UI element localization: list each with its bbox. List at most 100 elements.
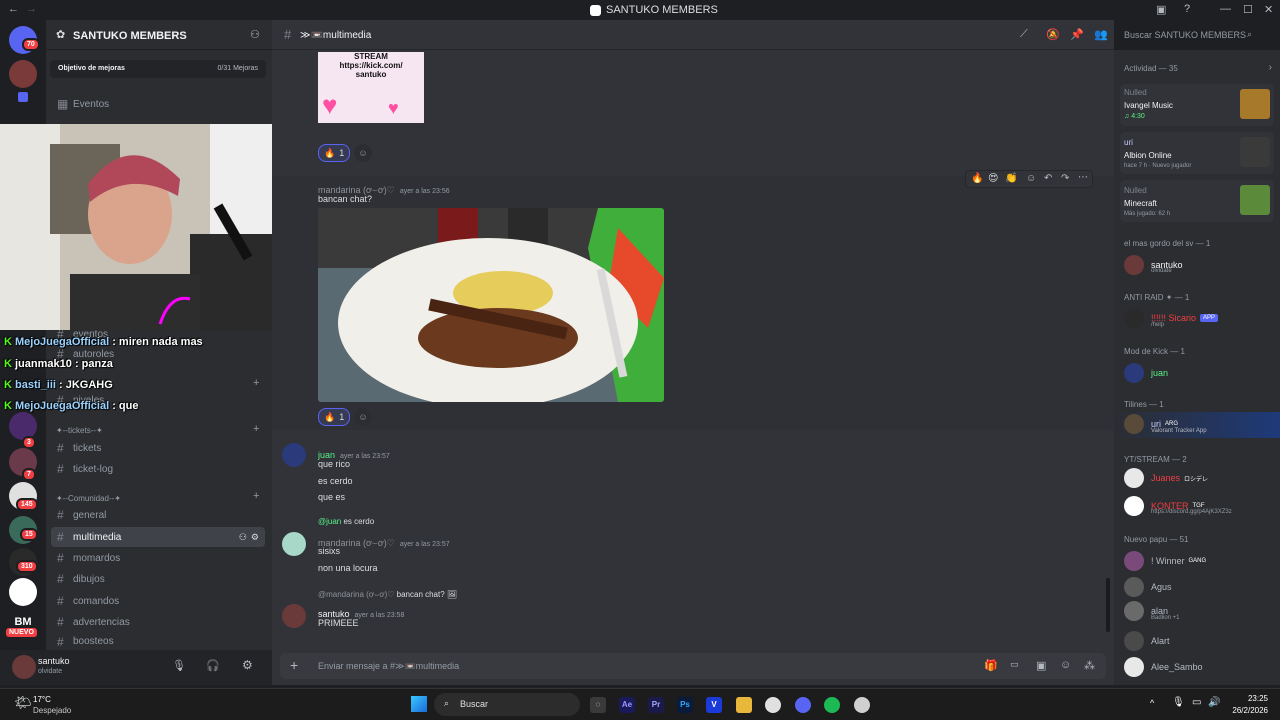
- member-item[interactable]: Alee_Sambo: [1124, 657, 1203, 677]
- activity-card[interactable]: Nulled Ivangel Music ♫ 4:30: [1120, 84, 1274, 126]
- member-list-icon[interactable]: 👥: [1094, 28, 1108, 41]
- boost-goal-label: Objetivo de mejoras: [58, 65, 125, 72]
- help-icon[interactable]: ?: [1184, 3, 1190, 15]
- apps-icon[interactable]: ⁂: [1084, 659, 1095, 672]
- maximize-button[interactable]: ☐: [1243, 3, 1253, 16]
- reaction-fire[interactable]: 🔥 1: [318, 408, 351, 426]
- boost-goal-bar[interactable]: Objetivo de mejoras 0/31 Mejoras: [50, 60, 266, 78]
- spotify-icon[interactable]: [824, 697, 840, 713]
- channel-comandos[interactable]: # comandos: [51, 591, 265, 611]
- message-composer[interactable]: + Enviar mensaje a #≫📼multimedia 🎁 ▭ ▣ ☺…: [280, 653, 1106, 679]
- invite-member-icon[interactable]: ⚇: [239, 532, 247, 543]
- server-icon-santuko[interactable]: [9, 60, 37, 88]
- threads-icon[interactable]: ⟋: [1020, 28, 1028, 41]
- inbox-icon[interactable]: ▣: [1156, 3, 1166, 16]
- channel-ticket-log[interactable]: # ticket-log: [51, 459, 265, 479]
- headphones-icon[interactable]: 🎧: [206, 659, 220, 672]
- heart-eyes-icon[interactable]: 😍: [988, 173, 998, 184]
- activity-title: Minecraft: [1124, 199, 1157, 208]
- discord-icon[interactable]: [795, 697, 811, 713]
- back-arrow-icon[interactable]: ←: [8, 3, 19, 15]
- channel-tickets[interactable]: # tickets: [51, 438, 265, 458]
- avatar[interactable]: [282, 443, 306, 467]
- minimize-button[interactable]: —: [1220, 3, 1231, 15]
- add-reaction-icon[interactable]: ☺: [1026, 173, 1036, 184]
- reaction-fire[interactable]: 🔥 1: [318, 144, 351, 162]
- add-channel-icon[interactable]: +: [253, 423, 259, 435]
- emoji-icon[interactable]: ☺: [1060, 659, 1071, 671]
- chat-scrollbar[interactable]: [1106, 578, 1110, 632]
- channel-general[interactable]: # general: [51, 505, 265, 525]
- channel-label: general: [73, 509, 107, 521]
- server-icon-mako[interactable]: [9, 578, 37, 606]
- reaction-count: 1: [339, 412, 345, 422]
- avatar[interactable]: [12, 655, 36, 679]
- avatar[interactable]: [282, 604, 306, 628]
- channel-momardos[interactable]: # momardos: [51, 548, 265, 568]
- folder-icon[interactable]: [18, 92, 28, 102]
- photoshop-icon[interactable]: Ps: [677, 697, 693, 713]
- clock-time[interactable]: 23:25: [1232, 694, 1268, 703]
- reply-preview[interactable]: @mandarina (ơ⌣ơ)♡ bancan chat? 🖼: [318, 590, 457, 600]
- server-header[interactable]: ✿ SANTUKO MEMBERS ⌄ ⚇: [46, 20, 272, 50]
- member-item[interactable]: Alart: [1124, 631, 1170, 651]
- more-icon[interactable]: ⋯: [1078, 172, 1088, 183]
- member-item[interactable]: Agus: [1124, 577, 1172, 597]
- category-comunidad[interactable]: ✦--Comunidad--✦: [56, 494, 121, 503]
- channel-advertencias[interactable]: # advertencias: [51, 612, 265, 632]
- notifications-icon[interactable]: 🔕: [1046, 28, 1060, 41]
- add-channel-icon[interactable]: +: [253, 377, 259, 389]
- chrome-icon[interactable]: [765, 697, 781, 713]
- weather-temp[interactable]: 17°C: [33, 695, 51, 704]
- premiere-icon[interactable]: Pr: [648, 697, 664, 713]
- close-button[interactable]: ✕: [1264, 3, 1273, 16]
- add-attachment-icon[interactable]: +: [290, 657, 298, 673]
- chevron-right-icon[interactable]: ›: [1269, 62, 1272, 73]
- fire-icon[interactable]: 🔥: [971, 173, 983, 184]
- member-item[interactable]: !!!!!! Sicario APP: [1124, 308, 1219, 328]
- tray-chevron-icon[interactable]: ^: [1150, 698, 1154, 708]
- channel-multimedia[interactable]: # multimedia ⚙ ⚇: [51, 527, 265, 547]
- add-reaction-icon[interactable]: ☺: [354, 408, 372, 426]
- activity-card[interactable]: uri Albion Online hace 7 h · Nuevo jugad…: [1120, 132, 1274, 174]
- member-item[interactable]: Juanes ロシデレ: [1124, 468, 1208, 488]
- reply-author: @juan: [318, 517, 342, 526]
- member-item[interactable]: juan: [1124, 363, 1168, 383]
- settings-icon[interactable]: ⚙: [251, 532, 259, 543]
- vegas-icon[interactable]: V: [706, 697, 722, 713]
- network-icon[interactable]: ▭: [1192, 697, 1201, 708]
- avatar[interactable]: [282, 532, 306, 556]
- chrome-profile-icon[interactable]: [854, 697, 870, 713]
- clap-icon[interactable]: 👏: [1005, 173, 1017, 184]
- gift-icon[interactable]: 🎁: [984, 659, 998, 672]
- pin-icon[interactable]: 📌: [1070, 28, 1084, 41]
- start-button[interactable]: [411, 696, 427, 712]
- channel-boosteos[interactable]: # boosteos: [51, 633, 265, 650]
- after-effects-icon[interactable]: Ae: [619, 697, 635, 713]
- add-reaction-icon[interactable]: ☺: [354, 144, 372, 162]
- search-input[interactable]: Buscar SANTUKO MEMBERS ⌕: [1118, 26, 1258, 44]
- microphone-tray-icon[interactable]: 🎙: [1172, 697, 1185, 708]
- member-item[interactable]: ! Winner GANG: [1124, 551, 1206, 571]
- user-settings-icon[interactable]: ⚙: [242, 658, 253, 672]
- activity-card[interactable]: Nulled Minecraft Más jugado: 62 h: [1120, 180, 1274, 222]
- chevron-down-icon: ⌄: [170, 29, 178, 39]
- app-icon-loading[interactable]: ◌: [590, 697, 606, 713]
- gif-icon[interactable]: ▭: [1010, 659, 1019, 670]
- food-photo[interactable]: [318, 208, 664, 402]
- forward-icon[interactable]: ↷: [1061, 173, 1069, 184]
- microphone-icon[interactable]: 🎙: [172, 659, 186, 672]
- channel-dibujos[interactable]: # dibujos: [51, 569, 265, 589]
- taskbar-search[interactable]: ⌕ Buscar: [434, 693, 580, 716]
- category-tickets[interactable]: ✦--tickets--✦: [56, 426, 103, 435]
- forward-arrow-icon[interactable]: →: [26, 3, 37, 15]
- reply-icon[interactable]: ↶: [1044, 173, 1052, 184]
- volume-icon[interactable]: 🔊: [1208, 697, 1220, 708]
- invite-icon[interactable]: ⚇: [250, 28, 260, 41]
- sticker-icon[interactable]: ▣: [1036, 659, 1046, 672]
- reply-preview[interactable]: @juan es cerdo: [318, 517, 374, 526]
- file-explorer-icon[interactable]: [736, 697, 752, 713]
- events-item[interactable]: ▦ Eventos: [51, 94, 265, 114]
- add-channel-icon[interactable]: +: [253, 490, 259, 502]
- stream-promo-image[interactable]: STREAM https://kick.com/ santuko ♥ ♥: [318, 52, 424, 123]
